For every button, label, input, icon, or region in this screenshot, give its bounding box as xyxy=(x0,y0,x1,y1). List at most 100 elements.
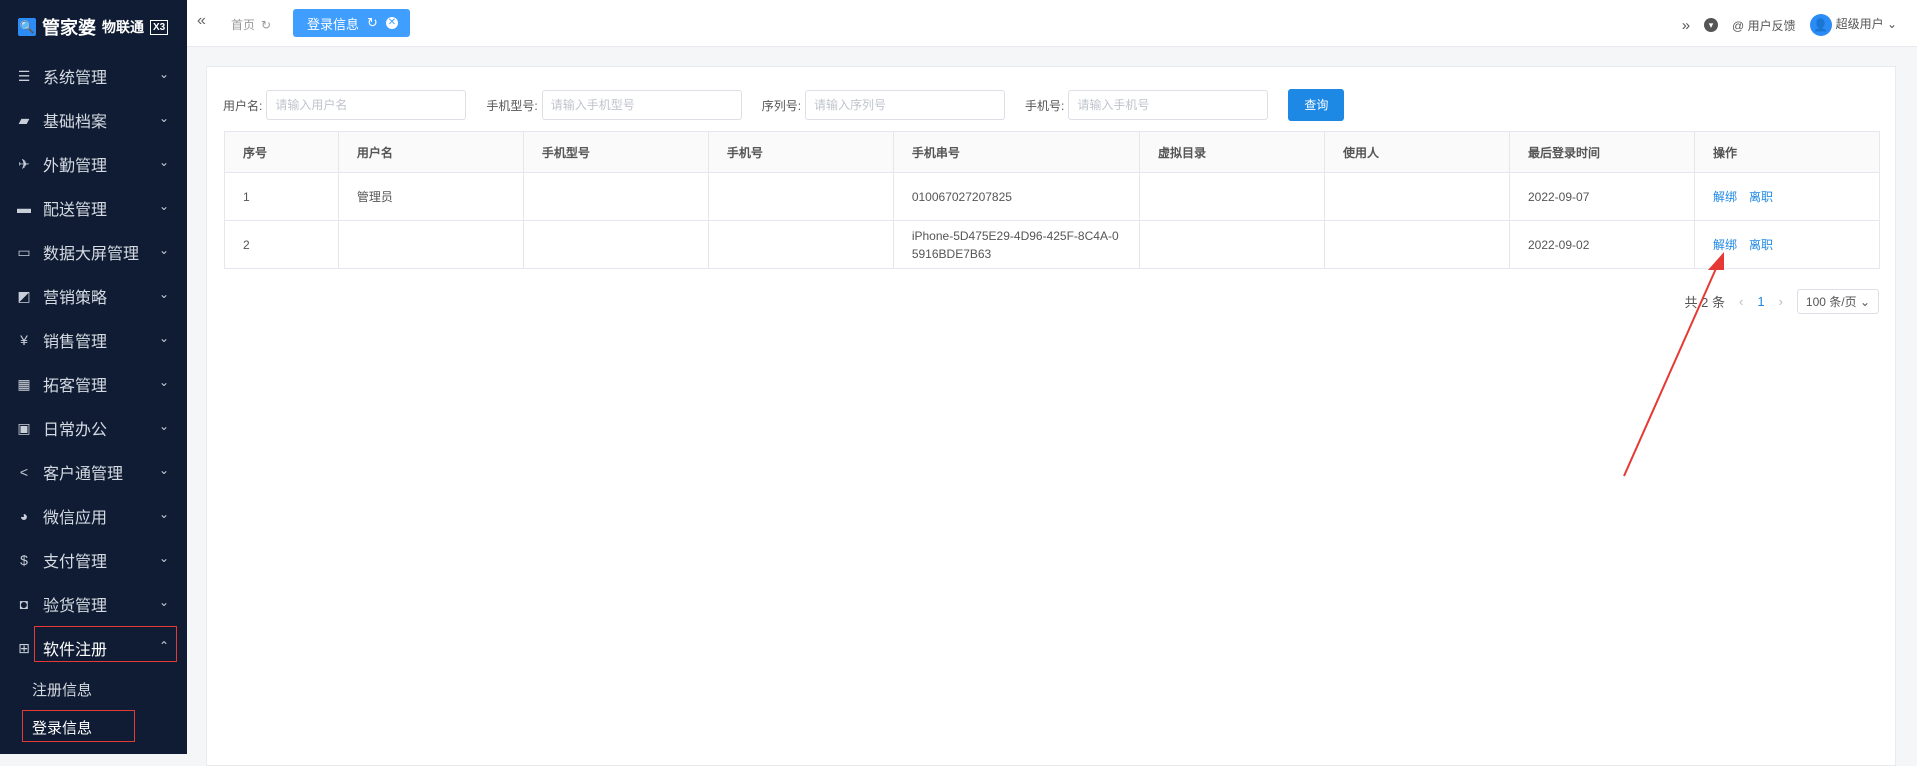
arrow-head xyxy=(1708,252,1724,270)
avatar: 👤 xyxy=(1809,14,1832,36)
chart-icon: ◩ xyxy=(17,287,31,304)
cell-no: 2 xyxy=(224,220,339,269)
collapse-sidebar-icon[interactable]: « xyxy=(197,12,206,30)
dropdown-circle-icon[interactable]: ▾ xyxy=(1704,18,1719,32)
sidebar-item-4[interactable]: ▭ 数据大屏管理 ⌄ xyxy=(0,230,187,274)
cell-model xyxy=(522,220,709,269)
sidebar-item-software-register[interactable]: ⊞ 软件注册 ⌃ xyxy=(0,626,187,670)
chevron-down-icon: ⌄ xyxy=(158,155,169,169)
phone-input[interactable]: 请输入手机号 xyxy=(1068,90,1269,120)
sidebar-item-11[interactable]: $ 支付管理 ⌄ xyxy=(0,538,187,582)
chevron-down-icon: ⌄ xyxy=(158,199,169,213)
col-header: 手机串号 xyxy=(892,131,1141,173)
sidebar-item-6[interactable]: ¥ 销售管理 ⌄ xyxy=(0,318,187,362)
query-button[interactable]: 查询 xyxy=(1288,89,1345,121)
page-size-label: 100 条/页 xyxy=(1805,295,1857,309)
tab-login-info[interactable]: 登录信息 ↻ ✕ xyxy=(293,9,410,37)
chevron-down-icon: ⌄ xyxy=(158,463,169,477)
cell-actions: 解绑 离职 xyxy=(1693,172,1881,221)
tab-active-label: 登录信息 xyxy=(307,16,360,32)
username-input[interactable]: 请输入用户名 xyxy=(266,90,467,120)
folder-icon: ▰ xyxy=(18,111,30,128)
col-header: 最后登录时间 xyxy=(1508,131,1695,173)
cell-vdir xyxy=(1139,220,1326,269)
yen-icon: ¥ xyxy=(20,332,28,348)
sidebar-subitem-login-info[interactable]: 登录信息 xyxy=(0,708,187,746)
unbind-link[interactable]: 解绑 xyxy=(1713,190,1737,204)
sidebar-item-label: 微信应用 xyxy=(43,510,108,527)
sidebar-item-label: 数据大屏管理 xyxy=(43,246,140,263)
col-header: 序号 xyxy=(224,131,339,173)
sitemap-icon: ⊞ xyxy=(18,639,30,656)
user-menu[interactable]: 👤 超级用户 ⌄ xyxy=(1809,14,1897,36)
sidebar-item-0[interactable]: ☰ 系统管理 ⌄ xyxy=(0,54,187,98)
sidebar-item-label: 日常办公 xyxy=(43,422,108,439)
annotation-arrow xyxy=(1623,252,1724,477)
col-header: 手机型号 xyxy=(522,131,709,173)
resign-link[interactable]: 离职 xyxy=(1749,190,1773,204)
sidebar-subitem-register-info[interactable]: 注册信息 xyxy=(0,670,187,708)
top-bar: « 首页 ↻ 登录信息 ↻ ✕ » ▾ @ 用户反馈 👤 超级用户 ⌄ xyxy=(187,0,1917,47)
next-page-icon[interactable]: › xyxy=(1779,294,1783,309)
cell-user: 管理员 xyxy=(337,172,524,221)
page-size-select[interactable]: 100 条/页 ⌄ xyxy=(1796,289,1879,314)
username-label: 用户名: xyxy=(223,98,263,113)
chevron-down-icon: ⌄ xyxy=(158,243,169,257)
sidebar-menu: ☰ 系统管理 ⌄ ▰ 基础档案 ⌄ ✈ 外勤管理 ⌄ ▬ 配送管理 ⌄ ▭ 数据大屏管理 ⌄ ◩ 营销策略 ⌄ ¥ 销… xyxy=(0,54,187,626)
col-header: 用户名 xyxy=(337,131,524,173)
chevron-down-icon: ⌄ xyxy=(158,507,169,521)
sidebar-subitem-label: 登录信息 xyxy=(32,719,93,737)
sidebar-item-10[interactable]: ◕ 微信应用 ⌄ xyxy=(0,494,187,538)
model-input[interactable]: 请输入手机型号 xyxy=(541,90,742,120)
sliders-icon: ☰ xyxy=(17,67,31,84)
cell-vdir xyxy=(1139,172,1326,221)
top-right-tools: » ▾ @ 用户反馈 👤 超级用户 ⌄ xyxy=(1682,14,1897,36)
sidebar-item-8[interactable]: ▣ 日常办公 ⌄ xyxy=(0,406,187,450)
tab-home[interactable]: 首页 ↻ xyxy=(231,16,271,33)
table-row: 1 管理员 010067027207825 2022-09-07 解绑 离职 xyxy=(224,172,1881,221)
col-header: 手机号 xyxy=(707,131,894,173)
sidebar-item-2[interactable]: ✈ 外勤管理 ⌄ xyxy=(0,142,187,186)
sidebar-item-7[interactable]: ▦ 拓客管理 ⌄ xyxy=(0,362,187,406)
serial-input[interactable]: 请输入序列号 xyxy=(805,90,1006,120)
logo-icon: 🔍 xyxy=(18,18,36,36)
chevron-down-icon: ⌄ xyxy=(158,595,169,609)
phone-label: 手机号: xyxy=(1025,98,1065,113)
sidebar-item-label: 客户通管理 xyxy=(43,466,124,483)
col-header: 虚拟目录 xyxy=(1139,131,1326,173)
refresh-icon[interactable]: ↻ xyxy=(367,15,378,31)
brand-logo: 🔍 管家婆 物联通 X3 xyxy=(0,0,187,54)
sidebar-item-3[interactable]: ▬ 配送管理 ⌄ xyxy=(0,186,187,230)
dollar-icon: $ xyxy=(20,552,28,568)
sidebar-item-12[interactable]: ◘ 验货管理 ⌄ xyxy=(0,582,187,626)
chevron-down-icon: ⌄ xyxy=(158,331,169,345)
cell-imei: iPhone-5D475E29-4D96-425F-8C4A-05916BDE7… xyxy=(892,220,1141,269)
sidebar-item-1[interactable]: ▰ 基础档案 ⌄ xyxy=(0,98,187,142)
sidebar-item-label: 营销策略 xyxy=(43,290,108,307)
chevron-down-icon: ⌄ xyxy=(158,551,169,565)
feedback-link[interactable]: @ 用户反馈 xyxy=(1732,17,1796,34)
sidebar-item-5[interactable]: ◩ 营销策略 ⌄ xyxy=(0,274,187,318)
sidebar: 🔍 管家婆 物联通 X3 ☰ 系统管理 ⌄ ▰ 基础档案 ⌄ ✈ 外勤管理 ⌄ ▬ 配送管理 ⌄ ▭ 数据… xyxy=(0,0,187,754)
close-icon[interactable]: ✕ xyxy=(385,17,398,29)
cell-owner xyxy=(1324,220,1510,269)
sidebar-item-label: 配送管理 xyxy=(43,202,108,219)
sidebar-item-label: 验货管理 xyxy=(43,598,108,615)
cell-user xyxy=(337,220,524,269)
share-icon: < xyxy=(19,464,29,480)
expand-tabs-icon[interactable]: » xyxy=(1682,17,1690,34)
brand-box: X3 xyxy=(150,19,169,35)
cell-owner xyxy=(1324,172,1510,221)
monitor-icon: ▭ xyxy=(17,243,31,260)
page-number[interactable]: 1 xyxy=(1757,294,1764,309)
sidebar-item-9[interactable]: < 客户通管理 ⌄ xyxy=(0,450,187,494)
sidebar-subitem-label: 注册信息 xyxy=(32,681,93,699)
resign-link[interactable]: 离职 xyxy=(1749,238,1773,252)
sidebar-item-label: 拓客管理 xyxy=(43,378,108,395)
refresh-icon[interactable]: ↻ xyxy=(261,18,271,32)
col-header: 使用人 xyxy=(1324,131,1510,173)
chevron-down-icon: ⌄ xyxy=(158,67,169,81)
tab-home-label: 首页 xyxy=(231,18,256,32)
cell-phone xyxy=(707,172,894,221)
chevron-down-icon: ⌄ xyxy=(158,111,169,125)
